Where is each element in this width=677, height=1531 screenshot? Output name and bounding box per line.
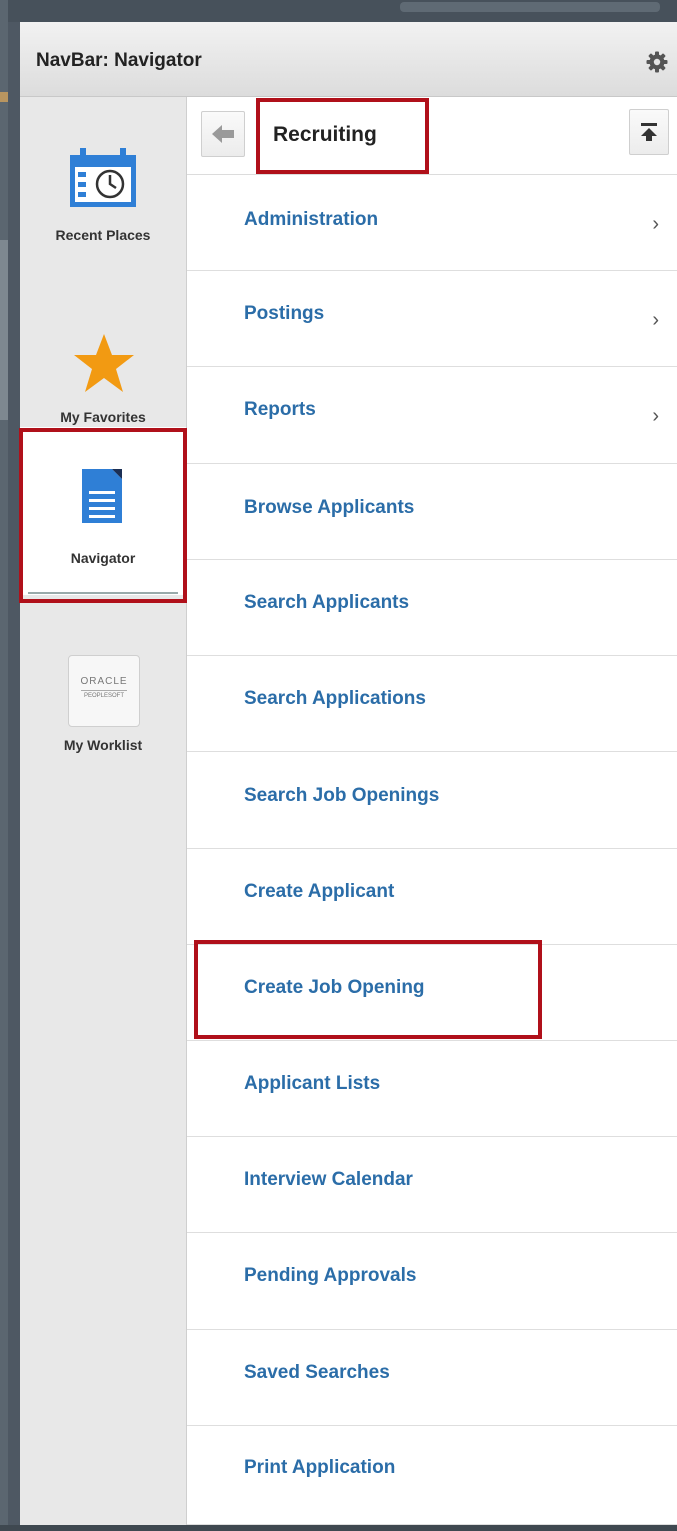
edge-gray bbox=[0, 240, 8, 420]
menu-item-label: Browse Applicants bbox=[244, 497, 415, 518]
menu-item-saved-searches[interactable]: Saved Searches bbox=[187, 1330, 677, 1426]
arrow-top-icon bbox=[641, 123, 657, 141]
logo-line-1: ORACLE bbox=[80, 676, 128, 687]
menu-item-search-applications[interactable]: Search Applications bbox=[187, 656, 677, 752]
sidebar-item-my-favorites[interactable]: My Favorites bbox=[20, 262, 186, 427]
menu-item-label: Saved Searches bbox=[244, 1362, 390, 1383]
menu-item-label: Search Job Openings bbox=[244, 785, 440, 806]
navbar-sidebar: Recent Places My Favorites Navigator ORA… bbox=[20, 97, 187, 1525]
menu-item-interview-calendar[interactable]: Interview Calendar bbox=[187, 1137, 677, 1233]
chevron-right-icon: › bbox=[652, 213, 659, 235]
menu-item-label: Search Applications bbox=[244, 688, 426, 709]
star-icon bbox=[72, 332, 136, 399]
menu-item-browse-applicants[interactable]: Browse Applicants bbox=[187, 464, 677, 560]
active-indicator bbox=[28, 592, 178, 594]
navbar-header: NavBar: Navigator bbox=[20, 22, 677, 97]
sidebar-item-label: Recent Places bbox=[55, 227, 151, 243]
sidebar-item-label: My Worklist bbox=[63, 737, 143, 753]
gear-icon[interactable] bbox=[645, 50, 669, 74]
menu-item-postings[interactable]: Postings › bbox=[187, 271, 677, 367]
menu-item-print-application[interactable]: Print Application bbox=[187, 1426, 677, 1525]
background-window-strip-bottom bbox=[0, 1525, 677, 1531]
navbar-title: NavBar: Navigator bbox=[36, 50, 202, 71]
logo-divider bbox=[81, 690, 127, 691]
background-window-edge bbox=[0, 0, 8, 1531]
menu-item-reports[interactable]: Reports › bbox=[187, 367, 677, 464]
navigator-content: Recruiting Administration › Postings › R… bbox=[187, 97, 677, 1525]
navbar-panel: NavBar: Navigator Recent Places My Favor… bbox=[20, 22, 677, 1525]
menu-item-create-applicant[interactable]: Create Applicant bbox=[187, 849, 677, 945]
calendar-clock-icon bbox=[68, 145, 138, 214]
menu-item-search-applicants[interactable]: Search Applicants bbox=[187, 560, 677, 656]
chevron-right-icon: › bbox=[652, 405, 659, 427]
sidebar-item-recent-places[interactable]: Recent Places bbox=[20, 97, 186, 262]
menu-item-label: Search Applicants bbox=[244, 592, 410, 613]
chevron-right-icon: › bbox=[652, 309, 659, 331]
menu-item-create-job-opening[interactable]: Create Job Opening bbox=[187, 945, 677, 1041]
menu-item-label: Pending Approvals bbox=[244, 1265, 417, 1286]
menu-item-label: Reports bbox=[244, 399, 316, 420]
menu-item-label: Postings bbox=[244, 303, 325, 324]
folder-header: Recruiting bbox=[187, 97, 677, 175]
sidebar-item-my-worklist[interactable]: ORACLE PEOPLESOFT My Worklist bbox=[20, 607, 186, 757]
menu-item-label: Print Application bbox=[244, 1457, 396, 1478]
menu-item-label: Administration bbox=[244, 209, 379, 230]
back-button[interactable] bbox=[201, 111, 245, 157]
menu-item-search-job-openings[interactable]: Search Job Openings bbox=[187, 752, 677, 849]
folder-title: Recruiting bbox=[273, 123, 377, 146]
back-arrow-icon bbox=[212, 125, 234, 143]
document-icon bbox=[80, 467, 124, 530]
oracle-peoplesoft-logo: ORACLE PEOPLESOFT bbox=[68, 655, 140, 727]
background-window-strip bbox=[0, 0, 677, 22]
sidebar-item-label: My Favorites bbox=[60, 409, 146, 425]
logo-line-2: PEOPLESOFT bbox=[83, 693, 124, 699]
menu-item-label: Applicant Lists bbox=[244, 1073, 381, 1094]
background-blur bbox=[400, 2, 660, 12]
menu-item-label: Create Job Opening bbox=[244, 977, 425, 998]
menu-item-applicant-lists[interactable]: Applicant Lists bbox=[187, 1041, 677, 1137]
scroll-to-top-button[interactable] bbox=[629, 109, 669, 155]
menu-item-pending-approvals[interactable]: Pending Approvals bbox=[187, 1233, 677, 1330]
menu-item-administration[interactable]: Administration › bbox=[187, 175, 677, 271]
sidebar-item-label: Navigator bbox=[70, 550, 136, 566]
sidebar-item-navigator[interactable]: Navigator bbox=[20, 427, 186, 595]
menu-item-label: Interview Calendar bbox=[244, 1169, 413, 1190]
edge-accent bbox=[0, 92, 8, 102]
menu-item-label: Create Applicant bbox=[244, 881, 395, 902]
